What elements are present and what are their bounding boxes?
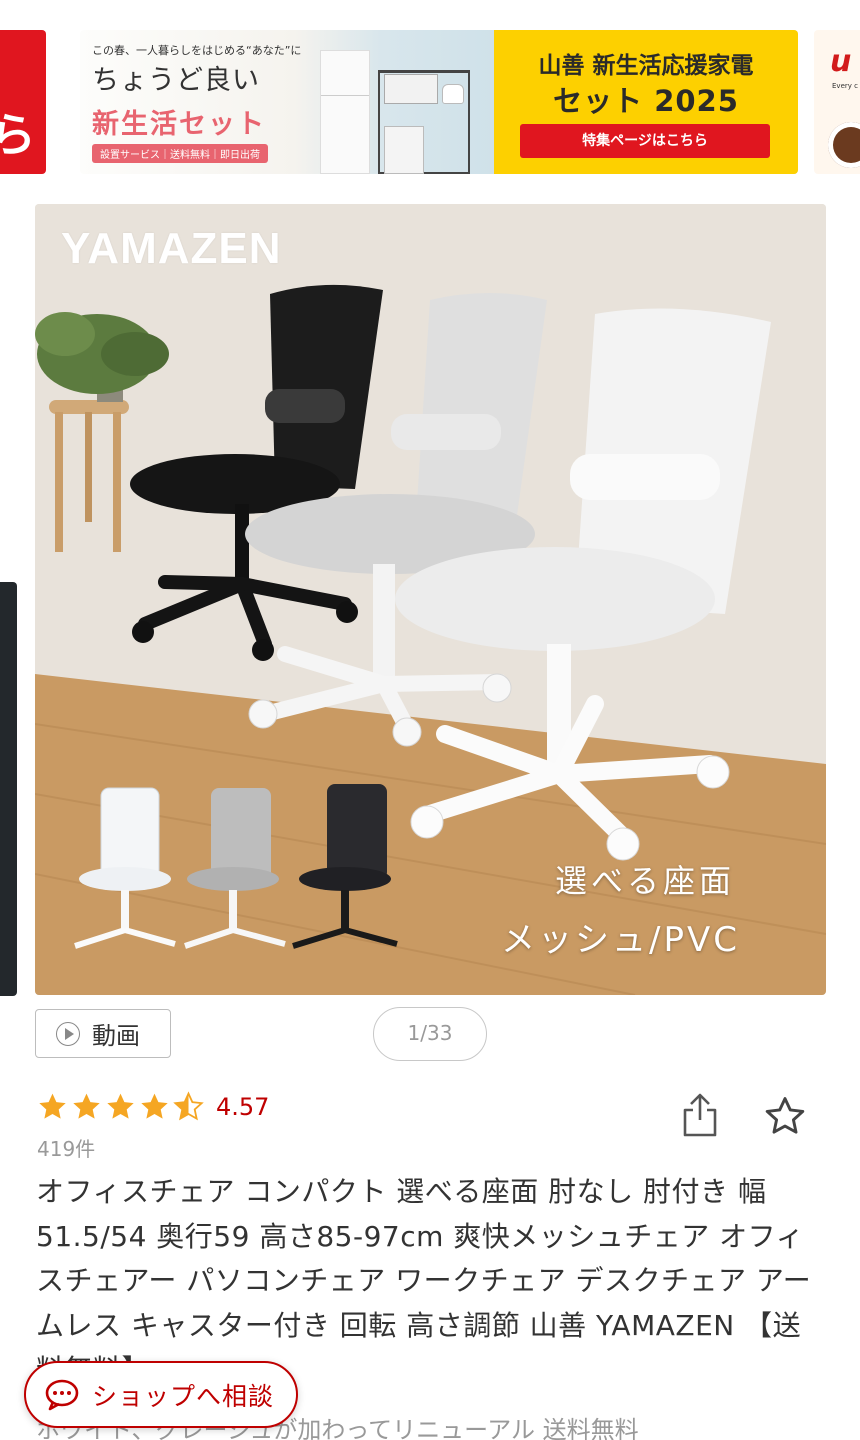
banner-washer-image	[384, 126, 424, 174]
share-icon[interactable]	[682, 1092, 718, 1138]
product-image-gallery[interactable]: YAMAZEN 選べる座面 メッシュ/PVC	[35, 204, 826, 995]
coffee-cup-image	[828, 122, 860, 168]
product-title: オフィスチェア コンパクト 選べる座面 肘なし 肘付き 幅51.5/54 奥行5…	[36, 1175, 812, 1386]
banner-title-line2: 新生活セット	[92, 109, 266, 140]
rating-stars	[37, 1091, 204, 1122]
banner-next-slide[interactable]: u Every c	[814, 30, 860, 174]
star-full-icon	[39, 1093, 66, 1119]
star-full-icon	[107, 1093, 134, 1119]
favorite-star-icon[interactable]	[763, 1094, 807, 1138]
banner-prev-text: ら	[0, 108, 36, 162]
banner-promo-line2: セット 2025	[553, 84, 739, 118]
banner-title-line1: ちょうど良い	[92, 65, 260, 96]
image-page-counter: 1/33	[373, 1007, 487, 1061]
photo-caption-material: メッシュ/PVC	[501, 920, 740, 960]
review-count-link[interactable]: 419件	[37, 1133, 95, 1162]
star-full-icon	[73, 1093, 100, 1119]
banner-kettle-image	[442, 84, 464, 104]
rating-value: 4.57	[216, 1092, 270, 1121]
banner-next-logo: u	[830, 44, 852, 79]
shop-chat-label: ショップへ相談	[92, 1381, 275, 1411]
play-icon	[56, 1021, 80, 1046]
star-half-icon	[173, 1091, 204, 1121]
banner-catch-text: この春、一人暮らしをはじめる“あなた”に	[92, 44, 302, 57]
shop-chat-button[interactable]: ショップへ相談	[24, 1361, 298, 1428]
banner-carousel: ら この春、一人暮らしをはじめる“あなた”に ちょうど良い 新生活セット 設置サ…	[0, 30, 860, 174]
banner-promo-line1: 山善 新生活応援家電	[538, 53, 754, 79]
banner-fridge-image	[320, 50, 370, 174]
banner-services-badge: 設置サービス｜送料無料｜即日出荷	[92, 144, 268, 163]
banner-feature-page-button[interactable]: 特集ページはこちら	[520, 124, 770, 158]
banner-next-tag: Every c	[832, 82, 858, 90]
gallery-prev-image[interactable]	[0, 582, 17, 996]
banner-promo-panel: 山善 新生活応援家電 セット 2025 特集ページはこちら	[494, 30, 798, 174]
video-label: 動画	[92, 1022, 140, 1050]
banner-prev-slide[interactable]: ら	[0, 30, 46, 174]
photo-caption-seat: 選べる座面	[555, 862, 736, 900]
banner-new-life-set[interactable]: この春、一人暮らしをはじめる“あなた”に ちょうど良い 新生活セット 設置サービ…	[80, 30, 798, 174]
brand-logo: YAMAZEN	[61, 224, 282, 273]
rating-row[interactable]: 4.57	[37, 1091, 269, 1122]
star-full-icon	[141, 1093, 168, 1119]
chat-bubble-icon	[45, 1379, 79, 1410]
video-button[interactable]: 動画	[35, 1009, 171, 1058]
banner-microwave-image	[384, 74, 438, 104]
